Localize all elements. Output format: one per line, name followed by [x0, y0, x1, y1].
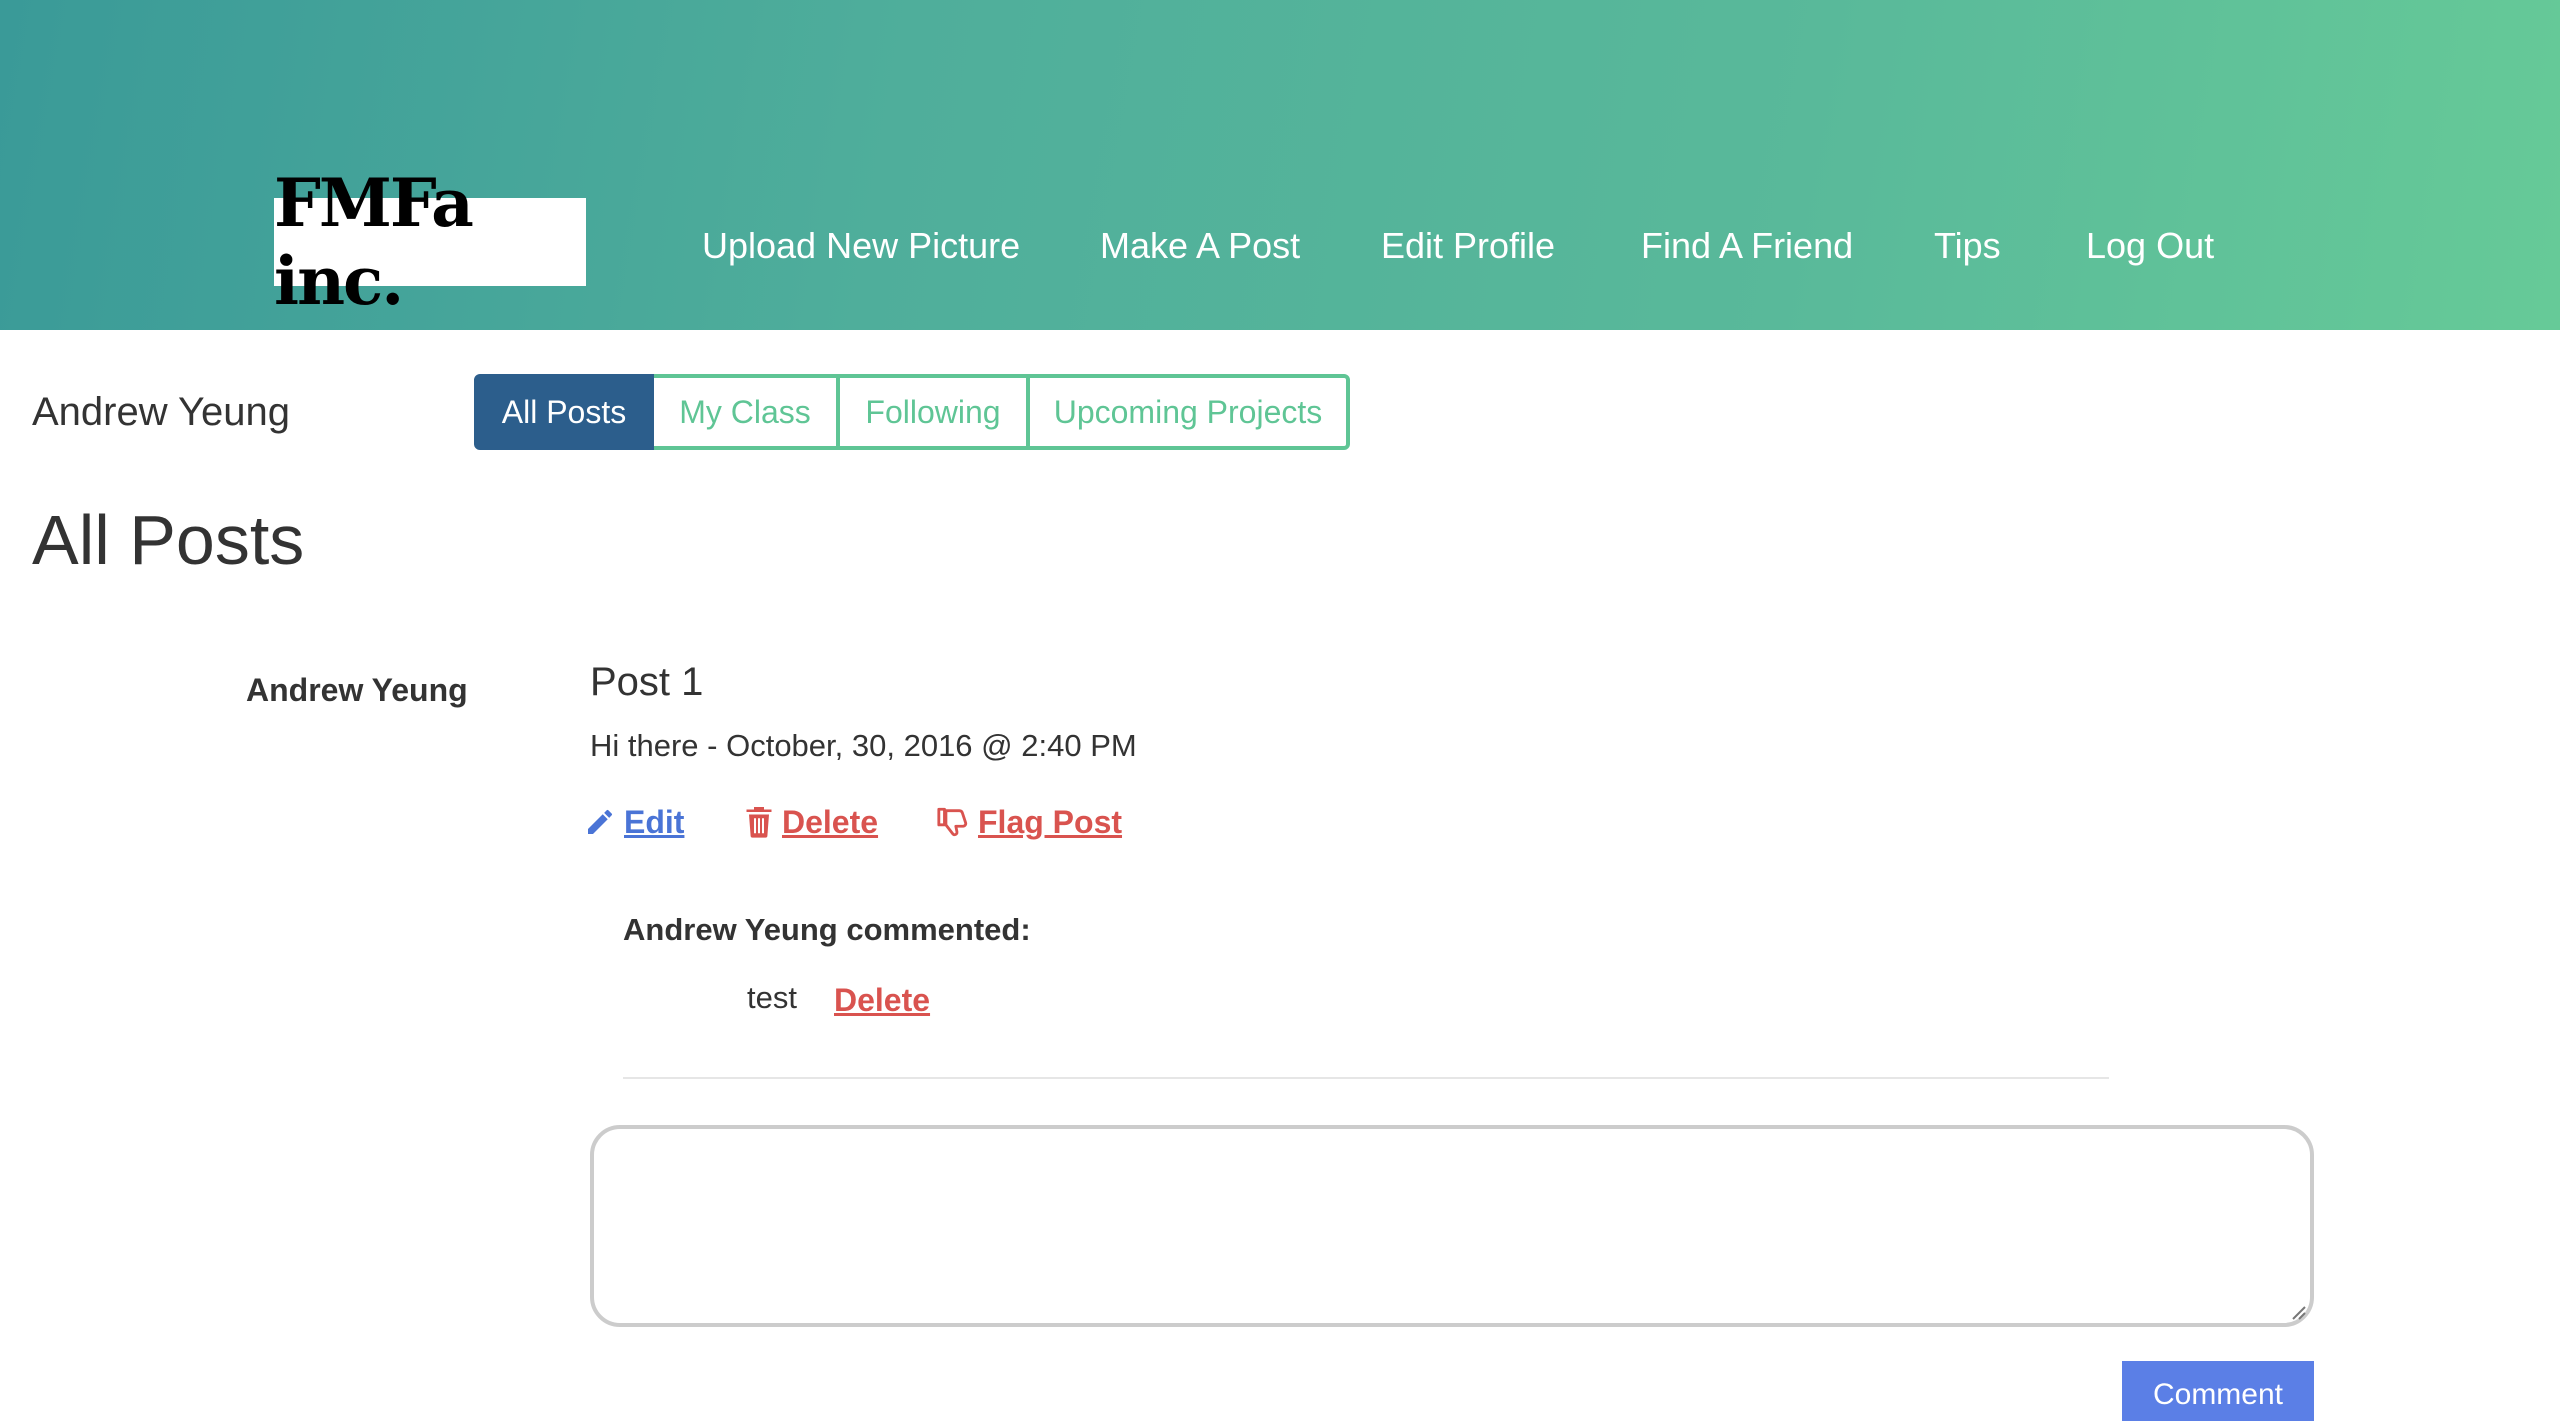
nav-make-a-post[interactable]: Make A Post [1100, 216, 1300, 276]
comment-input[interactable] [590, 1125, 2314, 1327]
brand-logo[interactable]: FMFa inc. [274, 164, 586, 320]
comment-text: test [747, 980, 797, 1015]
nav-edit-profile[interactable]: Edit Profile [1381, 216, 1555, 276]
post-author: Andrew Yeung [246, 672, 468, 708]
pencil-icon [588, 810, 612, 834]
current-user-name: Andrew Yeung [32, 390, 291, 434]
comment-submit-button[interactable]: Comment [2122, 1361, 2314, 1421]
comments-divider [623, 1077, 2109, 1079]
nav-log-out[interactable]: Log Out [2086, 216, 2214, 276]
nav-upload-new-picture[interactable]: Upload New Picture [702, 216, 1020, 276]
delete-comment-button[interactable]: Delete [834, 982, 930, 1019]
nav-tips[interactable]: Tips [1934, 216, 2001, 276]
flag-post-button[interactable]: Flag Post [936, 800, 1122, 844]
edit-post-button[interactable]: Edit [584, 800, 684, 844]
thumbs-down-icon [937, 807, 968, 837]
page-title: All Posts [32, 501, 305, 579]
logo-text: FMFa inc. [274, 164, 474, 320]
flag-label: Flag Post [978, 804, 1123, 840]
delete-label: Delete [782, 804, 879, 840]
post-title: Post 1 [590, 660, 704, 704]
top-header: FMFa inc. Upload New Picture Make A Post… [0, 0, 2560, 330]
tab-all-posts[interactable]: All Posts [474, 374, 654, 450]
post-filter-tabs: All Posts My Class Following Upcoming Pr… [474, 374, 1350, 450]
nav-find-a-friend[interactable]: Find A Friend [1641, 216, 1853, 276]
tab-my-class[interactable]: My Class [650, 374, 840, 450]
edit-label: Edit [624, 804, 685, 840]
post-body: Hi there - October, 30, 2016 @ 2:40 PM [590, 728, 1137, 763]
comment-header: Andrew Yeung commented: [623, 912, 1031, 947]
resize-handle-icon[interactable] [2288, 1302, 2306, 1320]
trash-icon [746, 807, 772, 838]
tab-following[interactable]: Following [836, 374, 1030, 450]
delete-post-button[interactable]: Delete [744, 800, 878, 844]
tab-upcoming-projects[interactable]: Upcoming Projects [1026, 374, 1350, 450]
